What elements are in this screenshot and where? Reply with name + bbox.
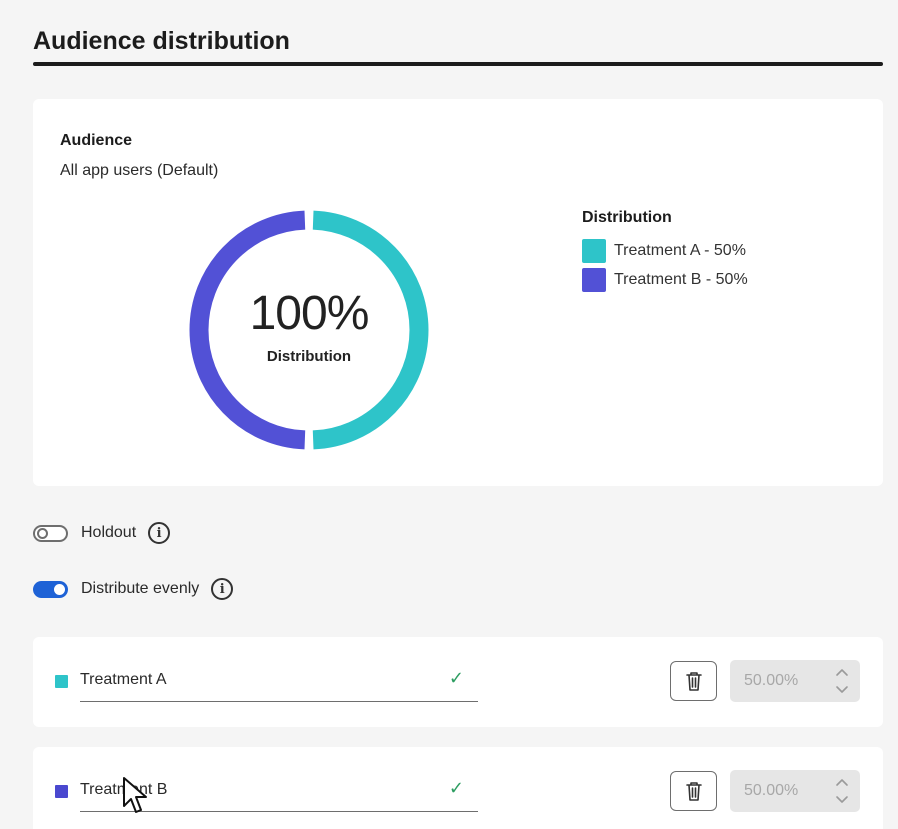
title-divider [33,62,883,66]
donut-segment-treatment-b [189,210,306,450]
treatment-name-input[interactable]: Treatment A [80,671,167,689]
trash-icon [685,782,702,801]
holdout-row: Holdout i [33,522,171,544]
donut-segment-treatment-a [312,210,429,450]
legend-item: Treatment A - 50% [582,237,748,264]
delete-treatment-button[interactable] [670,771,717,811]
legend-item: Treatment B - 50% [582,266,748,293]
distribute-evenly-toggle[interactable] [33,580,68,598]
legend-swatch-treatment-a [582,238,606,263]
treatment-row-b: Treatment B ✓ 50.00% [33,747,883,829]
percent-value: 50.00% [744,782,799,799]
audience-label: Audience [60,132,133,149]
distribution-donut-chart [189,210,429,450]
legend-label: Treatment B - 50% [614,270,748,288]
audience-card: Audience All app users (Default) 100% Di… [33,99,883,486]
audience-value: All app users (Default) [60,162,219,179]
legend-swatch-treatment-b [582,267,606,292]
delete-treatment-button[interactable] [670,661,717,701]
holdout-toggle[interactable] [33,524,68,542]
treatment-name-field[interactable]: Treatment A ✓ [80,662,478,702]
distribute-evenly-label: Distribute evenly [81,580,200,597]
info-icon[interactable]: i [211,578,234,600]
distribute-evenly-row: Distribute evenly i [33,578,234,600]
stepper-arrows-icon[interactable] [834,665,850,697]
distribution-legend: Distribution Treatment A - 50% Treatment… [582,209,748,293]
treatment-percent-stepper[interactable]: 50.00% [730,770,860,812]
treatment-color-swatch [55,785,68,798]
mouse-cursor-icon [123,777,147,813]
legend-label: Treatment A - 50% [614,241,746,259]
toggle-knob [54,583,65,595]
percent-value: 50.00% [744,672,799,689]
checkmark-icon: ✓ [448,778,464,798]
treatment-percent-stepper[interactable]: 50.00% [730,660,860,702]
treatment-row-a: Treatment A ✓ 50.00% [33,637,883,727]
stepper-arrows-icon[interactable] [834,775,850,807]
legend-title: Distribution [582,209,672,226]
page-title: Audience distribution [33,27,290,55]
info-icon[interactable]: i [148,522,171,544]
checkmark-icon: ✓ [448,668,464,688]
treatment-color-swatch [55,675,68,688]
trash-icon [685,672,702,691]
toggle-knob [37,527,48,539]
holdout-label: Holdout [81,524,137,541]
